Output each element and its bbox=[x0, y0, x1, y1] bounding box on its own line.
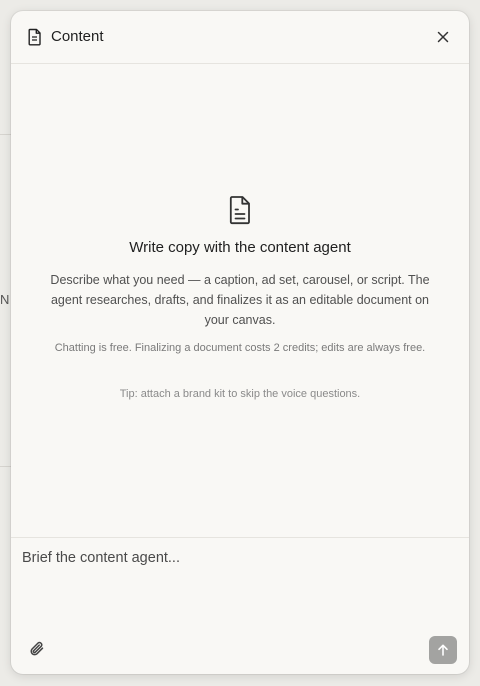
paperclip-icon bbox=[30, 641, 44, 656]
document-icon bbox=[28, 28, 41, 46]
panel-title: Content bbox=[51, 28, 104, 45]
attach-button[interactable] bbox=[27, 639, 47, 659]
background-partial-text: N bbox=[0, 292, 10, 307]
empty-state-description: Describe what you need — a caption, ad s… bbox=[50, 273, 430, 327]
close-button[interactable] bbox=[433, 27, 453, 47]
close-icon bbox=[437, 31, 449, 43]
pricing-note: Chatting is free. Finalizing a document … bbox=[54, 342, 426, 354]
document-icon bbox=[229, 196, 250, 225]
tip-text: Tip: attach a brand kit to skip the voic… bbox=[119, 388, 361, 400]
empty-state: Write copy with the content agent Descri… bbox=[11, 63, 469, 537]
panel-header: Content bbox=[11, 11, 469, 64]
send-button[interactable] bbox=[429, 636, 457, 664]
arrow-up-icon bbox=[438, 644, 448, 656]
composer bbox=[11, 537, 469, 674]
brief-input[interactable] bbox=[22, 550, 452, 610]
empty-state-heading: Write copy with the content agent bbox=[129, 239, 351, 256]
content-agent-panel: Content Write copy with the content agen… bbox=[11, 11, 469, 674]
